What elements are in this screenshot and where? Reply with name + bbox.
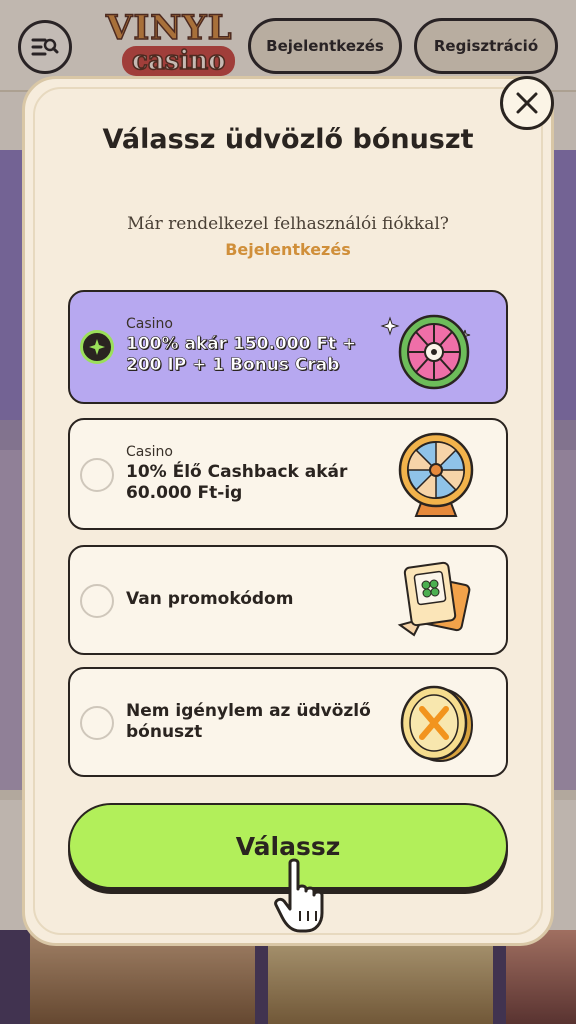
radio-button-selected[interactable] [80,330,114,364]
bonus-option-casino-100[interactable]: Casino 100% akár 150.000 Ft + 200 IP + 1… [68,290,508,404]
roulette-wheel-icon [380,314,471,390]
hand-pointer-cursor-icon [274,858,324,933]
promo-ticket-icon [397,561,471,637]
radio-button[interactable] [80,706,114,740]
radio-button[interactable] [80,584,114,618]
login-link[interactable]: Bejelentkezés [22,240,554,259]
option-category: Casino [126,444,173,460]
option-label: 10% Élő Cashback akár 60.000 Ft-ig [126,462,348,503]
close-icon [516,92,538,114]
option-label: 100% akár 150.000 Ft + 200 IP + 1 Bonus … [126,334,357,376]
radio-button[interactable] [80,458,114,492]
cancel-coin-icon [400,685,473,762]
bonus-option-cashback[interactable]: Casino 10% Élő Cashback akár 60.000 Ft-i… [68,418,508,530]
option-label: Nem igénylem az üdvözlő bónuszt [126,701,371,742]
modal-subtitle: Már rendelkezel felhasználói fiókkal? [127,214,449,234]
option-label: Van promokódom [126,589,294,609]
option-category: Casino [126,316,173,332]
modal-title: Válassz üdvözlő bónuszt [102,124,474,155]
bonus-option-no-bonus[interactable]: Nem igénylem az üdvözlő bónuszt [68,667,508,777]
fortune-wheel-icon [398,432,474,517]
sparkle-check-icon [89,339,105,355]
bonus-option-promo-code[interactable]: Van promokódom [68,545,508,655]
